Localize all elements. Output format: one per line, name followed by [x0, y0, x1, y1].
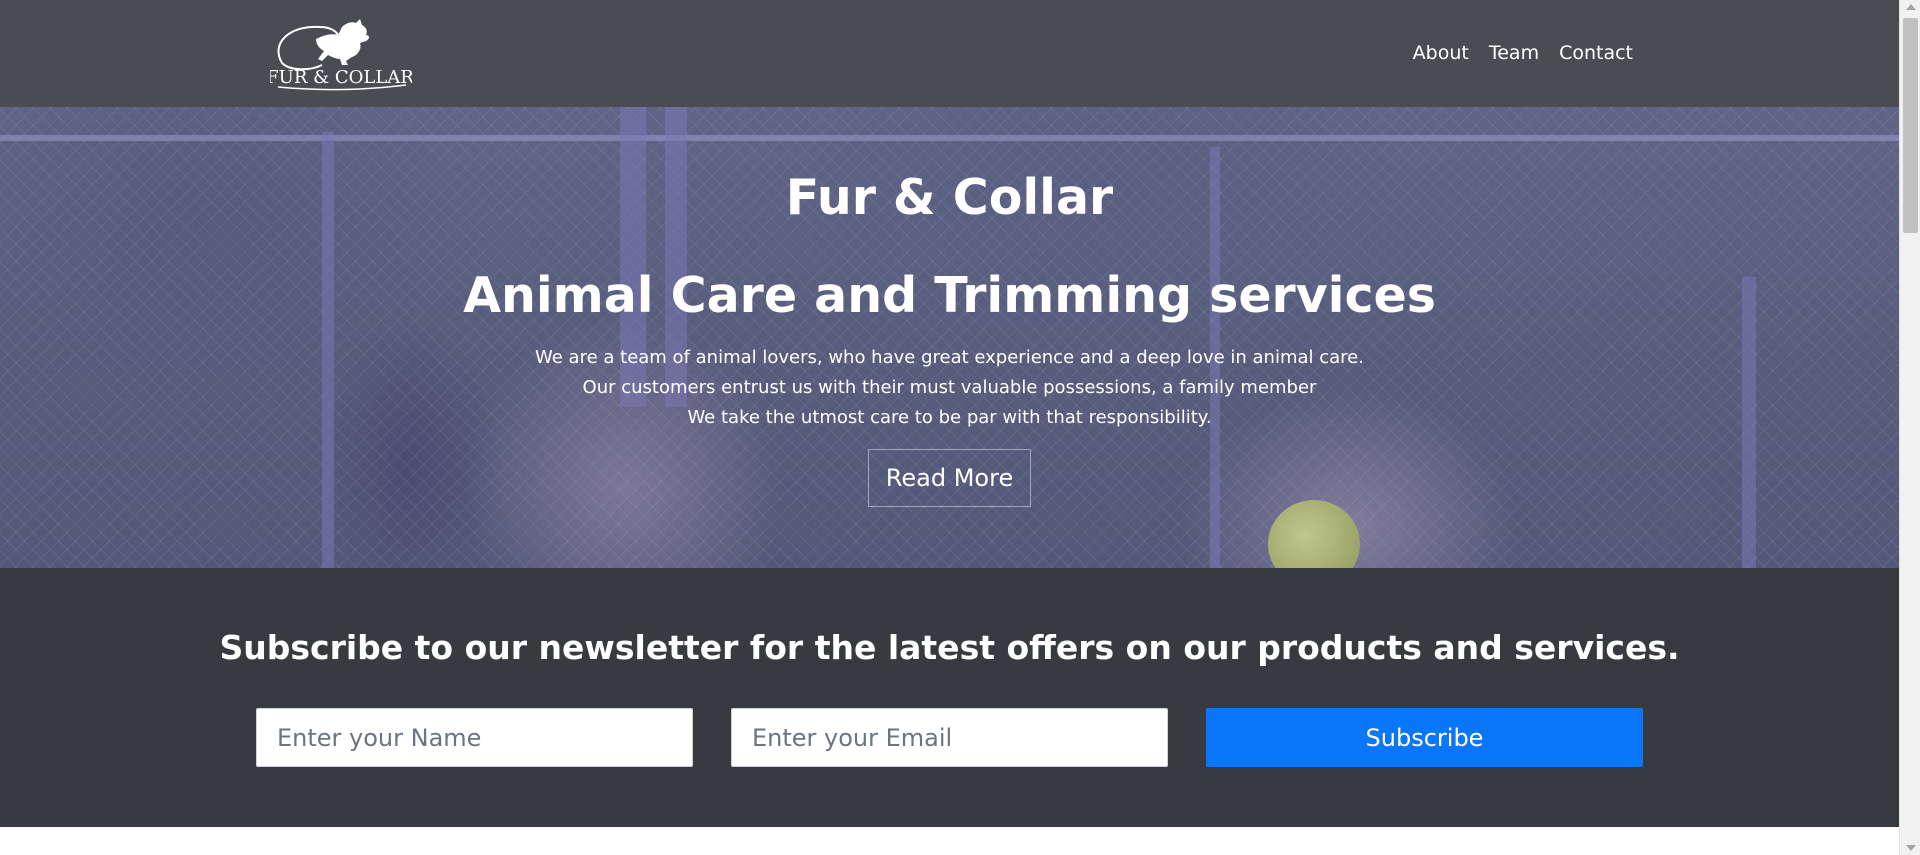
- name-input[interactable]: [256, 708, 693, 767]
- hero-brand-title: Fur & Collar: [785, 169, 1114, 226]
- dog-logo-icon: FUR & COLLAR: [266, 19, 414, 91]
- newsletter-section: Subscribe to our newsletter for the late…: [0, 568, 1899, 827]
- subscribe-button[interactable]: Subscribe: [1206, 708, 1643, 767]
- navbar: FUR & COLLAR About Team Contact: [0, 0, 1899, 107]
- hero-content: Fur & Collar Animal Care and Trimming se…: [0, 107, 1899, 568]
- nav-link-team[interactable]: Team: [1487, 40, 1541, 66]
- scroll-down-icon[interactable]: [1906, 845, 1916, 851]
- hero-description-line: Our customers entrust us with their must…: [582, 377, 1317, 398]
- page-scrollbar[interactable]: [1899, 0, 1920, 855]
- scroll-thumb[interactable]: [1903, 18, 1918, 233]
- nav-link-contact[interactable]: Contact: [1557, 40, 1635, 66]
- hero-description: We are a team of animal lovers, who have…: [0, 343, 1899, 433]
- main-nav: About Team Contact: [1411, 40, 1635, 66]
- svg-text:FUR & COLLAR: FUR & COLLAR: [270, 67, 412, 88]
- hero-banner: Fur & Collar Animal Care and Trimming se…: [0, 107, 1899, 568]
- newsletter-heading: Subscribe to our newsletter for the late…: [219, 628, 1680, 667]
- read-more-button[interactable]: Read More: [868, 449, 1031, 507]
- hero-headline: Animal Care and Trimming services: [463, 267, 1436, 324]
- hero-description-line: We are a team of animal lovers, who have…: [535, 347, 1364, 368]
- hero-description-line: We take the utmost care to be par with t…: [687, 407, 1212, 428]
- scroll-up-icon[interactable]: [1906, 4, 1916, 10]
- brand-logo[interactable]: FUR & COLLAR: [266, 13, 414, 93]
- email-input[interactable]: [731, 708, 1168, 767]
- nav-link-about[interactable]: About: [1411, 40, 1471, 66]
